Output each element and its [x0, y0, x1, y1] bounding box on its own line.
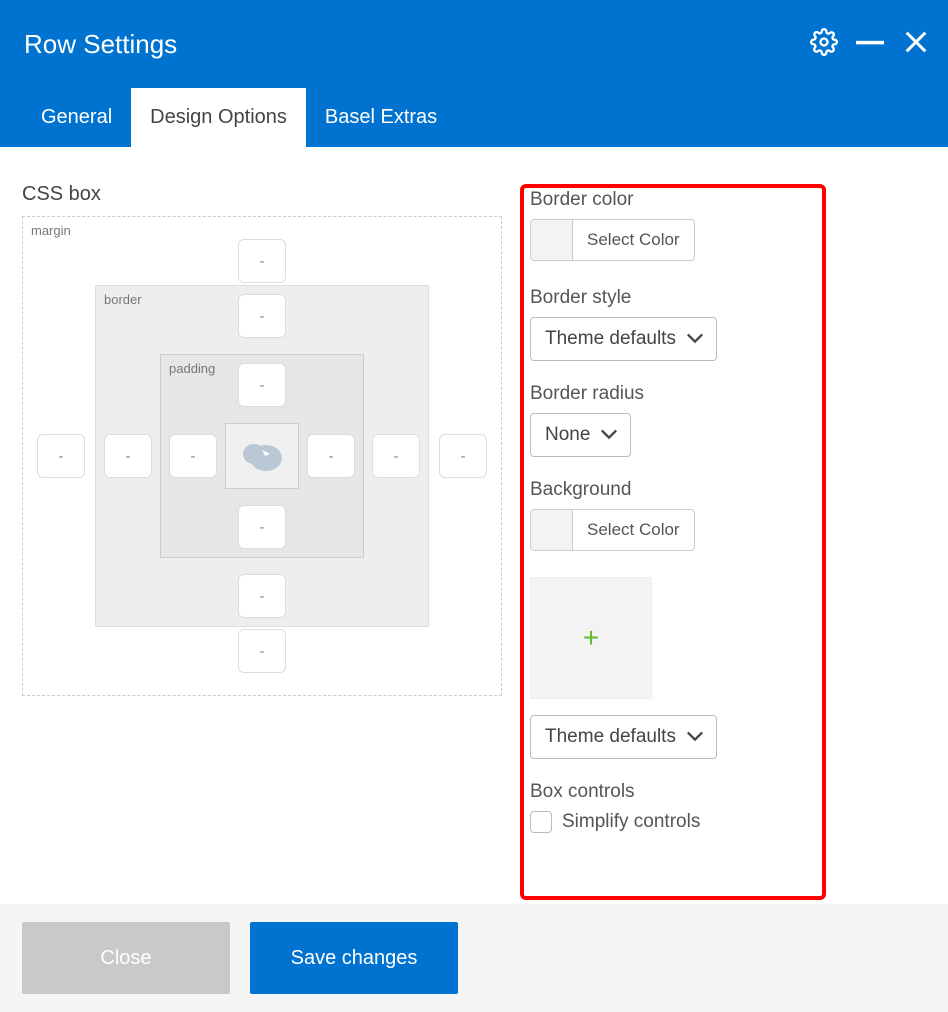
simplify-controls-checkbox[interactable] [530, 811, 552, 833]
border-radius-value: None [545, 424, 590, 446]
tab-bar: General Design Options Basel Extras [0, 70, 948, 147]
css-box-column: CSS box margin - - - - border - - - - pa… [22, 183, 502, 833]
close-button[interactable]: Close [22, 922, 230, 994]
border-top-input[interactable]: - [238, 294, 286, 338]
titlebar: Row Settings [0, 0, 948, 70]
padding-top-input[interactable]: - [238, 363, 286, 407]
margin-label: margin [31, 223, 71, 238]
tab-basel-extras[interactable]: Basel Extras [306, 88, 456, 147]
border-radius-label: Border radius [530, 383, 926, 405]
save-button[interactable]: Save changes [250, 922, 458, 994]
chevron-down-icon [686, 726, 704, 748]
margin-right-input[interactable]: - [439, 434, 487, 478]
border-style-label: Border style [530, 287, 926, 309]
margin-top-input[interactable]: - [238, 239, 286, 283]
right-panel: Border color Select Color Border style T… [502, 183, 926, 833]
border-color-button[interactable]: Select Color [530, 219, 695, 261]
padding-left-input[interactable]: - [169, 434, 217, 478]
background-color-button[interactable]: Select Color [530, 509, 695, 551]
background-image-style-value: Theme defaults [545, 726, 676, 748]
background-label: Background [530, 479, 926, 501]
border-radius-select[interactable]: None [530, 413, 631, 457]
padding-box: padding - - - - [160, 354, 364, 558]
chevron-down-icon [600, 424, 618, 446]
background-color-button-label: Select Color [573, 510, 694, 550]
simplify-controls-label: Simplify controls [562, 811, 700, 833]
gear-icon[interactable] [810, 28, 838, 61]
chevron-down-icon [686, 328, 704, 350]
border-bottom-input[interactable]: - [238, 574, 286, 618]
border-box: border - - - - padding - - - - [95, 285, 429, 627]
dialog-body: CSS box margin - - - - border - - - - pa… [0, 147, 948, 833]
margin-bottom-input[interactable]: - [238, 629, 286, 673]
border-right-input[interactable]: - [372, 434, 420, 478]
minimize-icon[interactable] [856, 28, 884, 61]
titlebar-controls [810, 28, 930, 61]
border-color-swatch [531, 220, 573, 260]
border-color-button-label: Select Color [573, 220, 694, 260]
margin-left-input[interactable]: - [37, 434, 85, 478]
tab-general[interactable]: General [22, 88, 131, 147]
border-color-label: Border color [530, 189, 926, 211]
tab-design-options[interactable]: Design Options [131, 88, 306, 147]
background-image-style-select[interactable]: Theme defaults [530, 715, 717, 759]
box-controls-label: Box controls [530, 781, 926, 803]
simplify-controls-row[interactable]: Simplify controls [530, 811, 926, 833]
border-style-select[interactable]: Theme defaults [530, 317, 717, 361]
dialog-footer: Close Save changes [0, 904, 948, 1012]
content-box [225, 423, 299, 489]
border-style-value: Theme defaults [545, 328, 676, 350]
close-icon[interactable] [902, 28, 930, 61]
dialog-title: Row Settings [24, 29, 810, 60]
plus-icon: + [583, 622, 599, 654]
css-box-label: CSS box [22, 183, 502, 206]
background-color-swatch [531, 510, 573, 550]
background-image-uploader[interactable]: + [530, 577, 652, 699]
cloud-icon [240, 436, 284, 476]
margin-box: margin - - - - border - - - - padding - … [22, 216, 502, 696]
dialog-header: Row Settings General Design Options Base… [0, 0, 948, 147]
border-label: border [104, 292, 142, 307]
border-left-input[interactable]: - [104, 434, 152, 478]
padding-label: padding [169, 361, 215, 376]
padding-bottom-input[interactable]: - [238, 505, 286, 549]
padding-right-input[interactable]: - [307, 434, 355, 478]
